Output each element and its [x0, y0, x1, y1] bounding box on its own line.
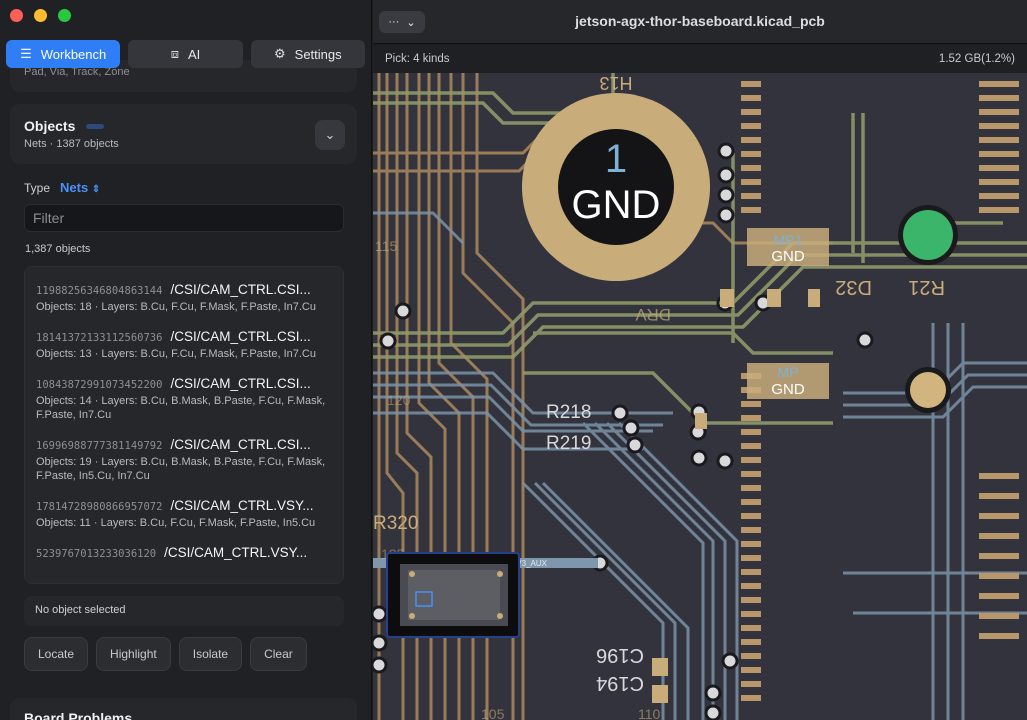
list-icon: ☰	[20, 46, 32, 61]
objects-subtitle: Nets · 1387 objects	[24, 138, 119, 150]
ref-h13: H13	[599, 73, 632, 93]
mounting-hole-h13: 1 GND	[522, 93, 710, 281]
net-meta: Objects: 11 · Layers: B.Cu, F.Cu, F.Mask…	[36, 517, 316, 529]
label-drv: DRV	[635, 305, 671, 324]
net-meta: Objects: 13 · Layers: B.Cu, F.Cu, F.Mask…	[36, 348, 316, 360]
round-pad	[910, 372, 946, 408]
ai-icon: ⧈	[170, 46, 179, 61]
net-meta: Objects: 19 · Layers: B.Cu, B.Mask, B.Pa…	[36, 456, 326, 482]
label-115: 115	[375, 238, 398, 254]
title-bar: ··· ⌄ jetson-agx-thor-baseboard.kicad_pc…	[373, 0, 1027, 44]
type-select[interactable]: Nets ⇕	[60, 180, 100, 195]
pcb-viewer: ··· ⌄ jetson-agx-thor-baseboard.kicad_pc…	[373, 0, 1027, 720]
net-name: /CSI/CAM_CTRL.CSI...	[170, 329, 311, 344]
net-name: /CSI/CAM_CTRL.CSI...	[170, 437, 311, 452]
ref-r219: R219	[546, 433, 591, 454]
chevron-down-icon: ⌄	[324, 127, 336, 142]
sidebar: Pad, Via, Track, Zone ☰ Workbench ⧈ AI ⚙…	[0, 0, 372, 720]
type-label: Type	[24, 180, 51, 195]
ref-r218: R218	[546, 402, 591, 423]
tab-ai[interactable]: ⧈ AI	[128, 40, 243, 68]
objects-title: Objects	[24, 118, 76, 134]
pad-mp1-net: GND	[771, 248, 805, 265]
ref-c194: C194	[596, 672, 644, 694]
net-id: 10843872991073452200	[36, 379, 163, 391]
ref-r320: R320	[373, 513, 418, 534]
net-meta: Objects: 18 · Layers: B.Cu, F.Cu, F.Mask…	[36, 301, 316, 313]
ref-d32: D32	[835, 276, 872, 298]
label-120: 120	[387, 392, 411, 408]
type-select-value: Nets	[60, 180, 89, 195]
tab-bar: ☰ Workbench ⧈ AI ⚙ Settings	[6, 40, 365, 68]
ref-r21: R21	[908, 276, 945, 298]
list-item[interactable]: 17814728980866957072 /CSI/CAM_CTRL.VSY..…	[25, 498, 343, 530]
gear-icon: ⚙	[274, 46, 286, 61]
list-item[interactable]: 5239767013233036120 /CSI/CAM_CTRL.VSY...	[25, 545, 343, 560]
type-selector-row: Type Nets ⇕	[24, 180, 100, 195]
objects-badge	[86, 124, 104, 129]
net-id: 18141372133112560736	[36, 332, 163, 344]
pick-status: Pick: 4 kinds	[385, 53, 450, 65]
net-meta: Objects: 14 · Layers: B.Cu, B.Mask, B.Pa…	[36, 395, 326, 421]
minimize-window-button[interactable]	[34, 9, 47, 22]
net-id: 5239767013233036120	[36, 548, 157, 560]
board-minimap[interactable]	[386, 552, 520, 638]
locate-button[interactable]: Locate	[24, 637, 89, 671]
chevron-updown-icon: ⇕	[91, 184, 101, 195]
net-id: 17814728980866957072	[36, 501, 163, 513]
zoom-window-button[interactable]	[58, 9, 71, 22]
net-name: /CSI/CAM_CTRL.VSY...	[170, 498, 314, 513]
objects-section-header: Objects Nets · 1387 objects ⌄	[10, 104, 357, 164]
objects-list[interactable]: 11988256346804863144 /CSI/CAM_CTRL.CSI..…	[24, 266, 344, 584]
tab-workbench-label: Workbench	[40, 46, 107, 62]
pad-mp: MP GND	[747, 363, 829, 399]
pad-mp-ref: MP	[778, 364, 799, 380]
led-pad	[903, 210, 953, 260]
list-item[interactable]: 16996988777381149792 /CSI/CAM_CTRL.CSI..…	[25, 437, 343, 483]
net-id: 16996988777381149792	[36, 440, 163, 452]
pad-mp1-ref: MP1	[774, 232, 803, 248]
pad-mp-net: GND	[771, 381, 805, 398]
pad-number: 1	[605, 137, 627, 181]
board-problems-section[interactable]: Board Problems	[10, 698, 357, 720]
object-actions: Locate Highlight Isolate Clear	[24, 637, 307, 671]
net-name: /CSI/CAM_CTRL.CSI...	[170, 376, 311, 391]
filter-input[interactable]	[24, 204, 344, 232]
object-count: 1,387 objects	[25, 243, 91, 255]
net-name: /CSI/CAM_CTRL.VSY...	[164, 545, 308, 560]
document-title: jetson-agx-thor-baseboard.kicad_pcb	[575, 13, 825, 29]
pad-net-label: GND	[572, 183, 661, 227]
ref-c196: C196	[596, 644, 644, 666]
memory-usage: 1.52 GB(1.2%)	[938, 53, 1015, 65]
tab-settings[interactable]: ⚙ Settings	[250, 40, 365, 68]
tab-workbench[interactable]: ☰ Workbench	[6, 40, 121, 68]
highlight-button[interactable]: Highlight	[96, 637, 171, 671]
list-item[interactable]: 11988256346804863144 /CSI/CAM_CTRL.CSI..…	[25, 282, 343, 314]
tab-settings-label: Settings	[294, 46, 342, 62]
net-id: 11988256346804863144	[36, 285, 163, 297]
label-110: 110	[638, 706, 661, 720]
minimap-canvas	[400, 564, 508, 626]
label-105: 105	[481, 706, 505, 720]
clear-button[interactable]: Clear	[250, 637, 307, 671]
selection-status: No object selected	[24, 596, 344, 626]
tab-ai-label: AI	[187, 46, 201, 62]
isolate-button[interactable]: Isolate	[178, 637, 243, 671]
collapse-objects-button[interactable]: ⌄	[315, 120, 345, 150]
list-item[interactable]: 10843872991073452200 /CSI/CAM_CTRL.CSI..…	[25, 376, 343, 422]
pad-mp1: MP1 GND	[747, 228, 829, 266]
list-item[interactable]: 18141372133112560736 /CSI/CAM_CTRL.CSI..…	[25, 329, 343, 361]
board-problems-title: Board Problems	[24, 710, 133, 720]
net-name: /CSI/CAM_CTRL.CSI...	[170, 282, 311, 297]
status-bar: Pick: 4 kinds 1.52 GB(1.2%)	[373, 45, 1027, 73]
close-window-button[interactable]	[10, 9, 23, 22]
